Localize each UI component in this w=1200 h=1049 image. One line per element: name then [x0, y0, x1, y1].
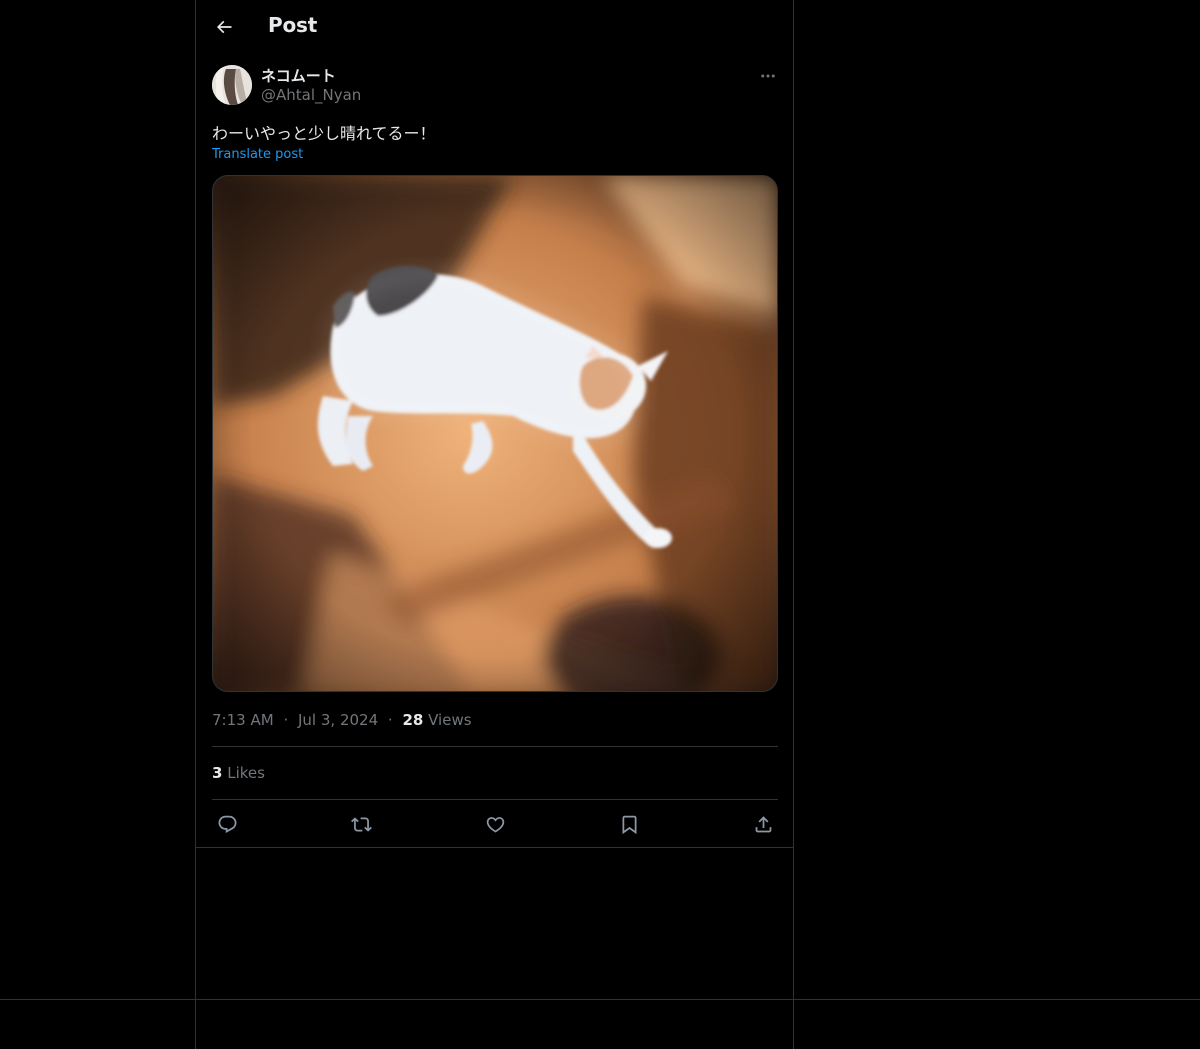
divider	[196, 847, 794, 848]
like-icon	[486, 816, 504, 833]
header: Post	[196, 0, 794, 54]
likes-count: 3	[212, 764, 223, 782]
likes-row[interactable]: 3 Likes	[212, 764, 265, 782]
avatar-image	[212, 65, 252, 105]
share-button[interactable]	[747, 808, 779, 840]
divider	[212, 746, 778, 747]
reply-button[interactable]	[211, 808, 243, 840]
share-icon	[755, 815, 771, 832]
post-date[interactable]: Jul 3, 2024	[298, 711, 378, 729]
more-options-button[interactable]	[756, 64, 780, 88]
post-text: わーいやっと少し晴れてるー！	[212, 124, 436, 143]
author-display-name[interactable]: ネコムート	[261, 65, 336, 86]
like-button[interactable]	[479, 808, 511, 840]
cat-photo	[213, 176, 777, 691]
bookmark-button[interactable]	[613, 808, 645, 840]
avatar[interactable]	[212, 65, 252, 105]
page: Post ネコムート @Ahtal_Nyan わーいやっと少し晴れてるー！ Tr…	[0, 0, 1200, 1049]
translate-post-link[interactable]: Translate post	[212, 147, 303, 162]
divider	[0, 999, 1200, 1000]
post-image[interactable]	[212, 175, 778, 692]
views-count: 28	[402, 711, 424, 729]
repost-button[interactable]	[345, 808, 377, 840]
meta-dot: ·	[387, 711, 393, 729]
more-horizontal-icon	[761, 74, 775, 78]
likes-label: Likes	[227, 764, 265, 782]
bookmark-icon	[622, 815, 636, 834]
reply-icon	[218, 815, 236, 833]
post-time[interactable]: 7:13 AM	[212, 711, 274, 729]
views-label: Views	[428, 711, 472, 729]
arrow-left-icon	[216, 20, 232, 34]
divider	[212, 799, 778, 800]
post-meta: 7:13 AM · Jul 3, 2024 · 28 Views	[212, 711, 472, 729]
repost-icon	[350, 816, 372, 832]
author-handle[interactable]: @Ahtal_Nyan	[261, 86, 361, 104]
meta-dot: ·	[283, 711, 289, 729]
page-title: Post	[268, 13, 318, 37]
action-bar	[212, 808, 778, 840]
main-column: Post ネコムート @Ahtal_Nyan わーいやっと少し晴れてるー！ Tr…	[195, 0, 794, 1049]
back-button[interactable]	[208, 11, 240, 43]
